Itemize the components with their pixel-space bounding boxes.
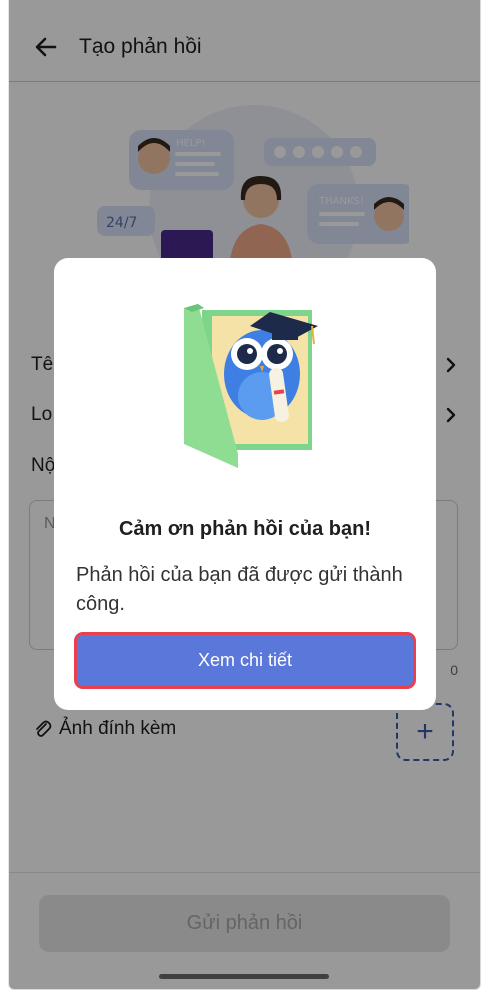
success-dialog: Cảm ơn phản hồi của bạn! Phản hồi của bạ… [54, 258, 436, 710]
dialog-title: Cảm ơn phản hồi của bạn! [118, 518, 371, 540]
dialog-message: Phản hồi của bạn đã được gửi thành công. [76, 564, 403, 615]
owl-folder-illustration [180, 304, 330, 474]
view-details-button[interactable]: Xem chi tiết [74, 632, 416, 689]
phone-screen: Tạo phản hồi HELP! 24/7 THANKS! Tên Lo N… [8, 0, 481, 990]
